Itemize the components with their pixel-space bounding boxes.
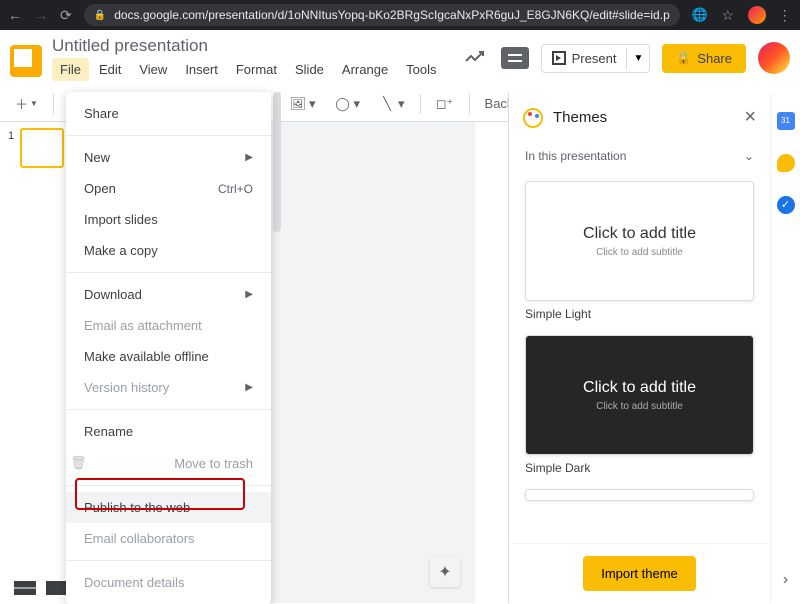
back-icon[interactable]: ← (8, 7, 22, 23)
themes-title: Themes (553, 109, 734, 126)
menu-download[interactable]: Download▶ (66, 279, 271, 310)
line-tool[interactable]: ╲▾ (373, 92, 410, 116)
new-slide-button[interactable]: ＋▼ (10, 91, 43, 116)
share-button[interactable]: 🔒 Share (662, 44, 746, 73)
chevron-down-icon: ⌄ (744, 149, 754, 163)
share-label: Share (697, 51, 732, 66)
star-icon[interactable]: ☆ (720, 7, 736, 23)
slide-number: 1 (8, 130, 14, 142)
submenu-arrow-icon: ▶ (245, 382, 253, 393)
calendar-icon[interactable] (777, 112, 795, 130)
present-dropdown[interactable]: ▼ (626, 47, 649, 70)
submenu-arrow-icon: ▶ (245, 152, 253, 163)
filmstrip-view-icon[interactable] (46, 581, 68, 595)
menu-new[interactable]: New▶ (66, 142, 271, 173)
shape-icon: ◯ (333, 95, 351, 113)
menu-open[interactable]: OpenCtrl+O (66, 173, 271, 204)
menu-move-trash[interactable]: 🗑Move to trash (66, 447, 271, 479)
account-avatar[interactable] (758, 42, 790, 74)
present-label: Present (572, 51, 617, 66)
theme-simple-light[interactable]: Click to add title Click to add subtitle… (525, 181, 754, 321)
theme-item[interactable] (525, 489, 754, 501)
shape-tool[interactable]: ◯▾ (328, 92, 365, 116)
url-bar[interactable]: 🔒 docs.google.com/presentation/d/1oNNItu… (84, 4, 680, 26)
lock-icon: 🔒 (94, 10, 106, 21)
themes-panel: Themes × In this presentation ⌄ Click to… (508, 92, 770, 603)
file-menu-dropdown: Share New▶ OpenCtrl+O Import slides Make… (66, 92, 271, 604)
close-icon[interactable]: × (744, 106, 756, 129)
translate-icon[interactable]: 🌐 (692, 7, 708, 23)
lock-icon: 🔒 (676, 51, 691, 65)
explore-button[interactable]: ✦ (430, 557, 460, 587)
grid-view-icon[interactable] (14, 581, 36, 595)
menu-edit[interactable]: Edit (91, 58, 129, 81)
palette-icon (523, 108, 543, 128)
menu-insert[interactable]: Insert (177, 58, 226, 81)
doc-title[interactable]: Untitled presentation (52, 36, 461, 56)
menu-share[interactable]: Share (66, 98, 271, 129)
menu-version-history[interactable]: Version history▶ (66, 372, 271, 403)
menu-make-copy[interactable]: Make a copy (66, 235, 271, 266)
menu-document-details[interactable]: Document details (66, 567, 271, 598)
theme-simple-dark[interactable]: Click to add title Click to add subtitle… (525, 335, 754, 475)
line-icon: ╲ (378, 95, 396, 113)
browser-menu-icon[interactable]: ⋮ (778, 7, 794, 23)
menu-view[interactable]: View (131, 58, 175, 81)
side-expand-icon[interactable]: › (783, 571, 788, 589)
menu-import-slides[interactable]: Import slides (66, 204, 271, 235)
menu-file[interactable]: File (52, 58, 89, 81)
comments-icon[interactable] (501, 47, 529, 69)
menu-email-collaborators[interactable]: Email collaborators (66, 523, 271, 554)
present-button[interactable]: Present ▼ (541, 44, 651, 73)
menu-rename[interactable]: Rename (66, 416, 271, 447)
slide-strip: 1 (0, 122, 68, 603)
menu-tools[interactable]: Tools (398, 58, 444, 81)
menu-format[interactable]: Format (228, 58, 285, 81)
browser-profile-avatar[interactable] (748, 6, 766, 24)
themes-section-toggle[interactable]: In this presentation ⌄ (509, 143, 770, 173)
import-theme-button[interactable]: Import theme (583, 556, 696, 591)
url-text: docs.google.com/presentation/d/1oNNItusY… (114, 8, 670, 22)
menu-email-attachment[interactable]: Email as attachment (66, 310, 271, 341)
menu-available-offline[interactable]: Make available offline (66, 341, 271, 372)
add-comment-icon: ◻⁺ (436, 95, 454, 113)
menu-arrange[interactable]: Arrange (334, 58, 396, 81)
image-tool[interactable]: 🖼▾ (284, 92, 321, 116)
keep-icon[interactable] (777, 154, 795, 172)
activity-icon[interactable] (461, 44, 489, 72)
trash-icon: 🗑 (70, 455, 87, 471)
comment-tool[interactable]: ◻⁺ (431, 92, 459, 116)
side-rail: › (770, 92, 800, 603)
reload-icon[interactable]: ⟳ (60, 7, 72, 23)
forward-icon[interactable]: → (34, 7, 48, 23)
menu-slide[interactable]: Slide (287, 58, 332, 81)
image-icon: 🖼 (289, 95, 307, 113)
slides-logo[interactable] (10, 45, 42, 77)
menu-publish-web[interactable]: Publish to the web (66, 492, 271, 523)
menu-scrollbar[interactable] (273, 92, 281, 522)
slide-thumbnail[interactable]: 1 (20, 128, 64, 168)
tasks-icon[interactable] (777, 196, 795, 214)
submenu-arrow-icon: ▶ (245, 289, 253, 300)
